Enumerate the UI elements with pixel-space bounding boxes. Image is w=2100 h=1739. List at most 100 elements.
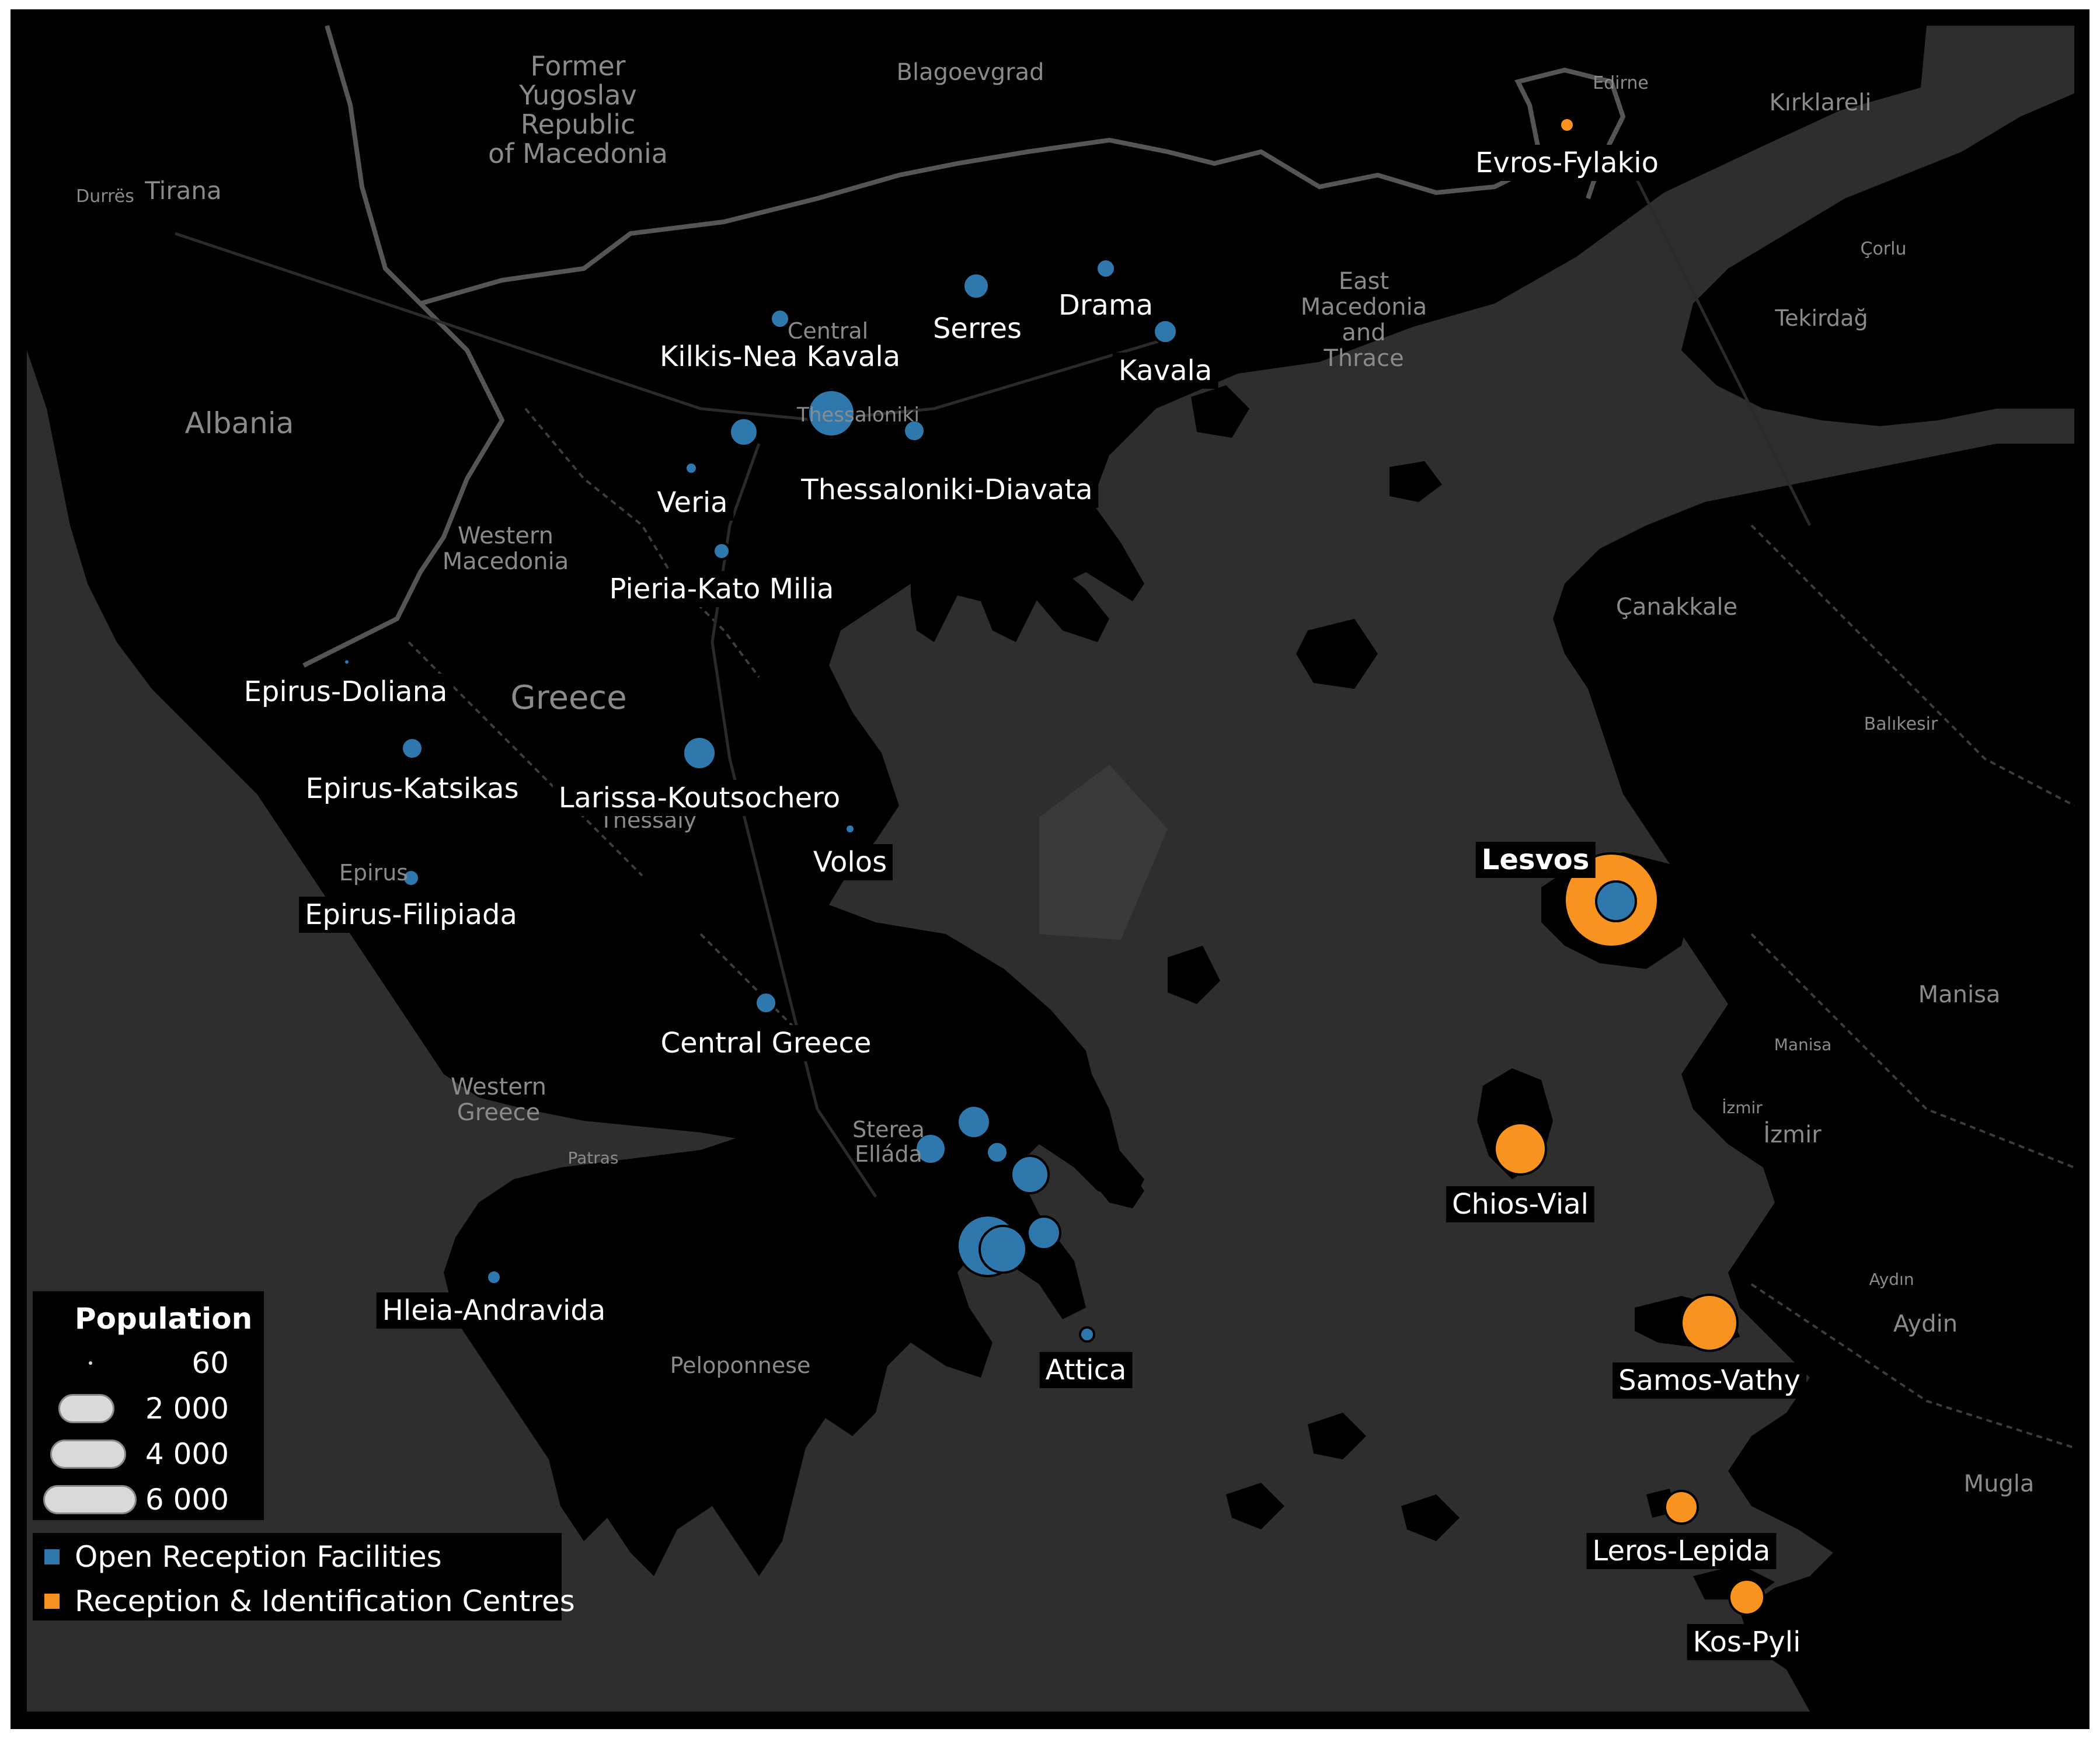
- bubble-pieria-kato-milia[interactable]: [712, 542, 731, 560]
- place-label: Çorlu: [1860, 239, 1907, 259]
- legend-size-value: 4 000: [145, 1437, 229, 1471]
- place-label: Albania: [184, 406, 294, 440]
- site-label-veria[interactable]: Veria: [651, 485, 734, 521]
- site-label-epirus-katsikas[interactable]: Epirus-Katsikas: [299, 771, 525, 807]
- place-label: Greece: [457, 1099, 541, 1126]
- place-label: Thrace: [1324, 345, 1404, 372]
- place-label: Kırklareli: [1769, 89, 1872, 116]
- place-label: İzmir: [1722, 1098, 1763, 1117]
- legend-color-swatch: [44, 1549, 60, 1564]
- place-label: Manisa: [1774, 1035, 1832, 1054]
- legend-size-row: 6 000: [33, 1479, 264, 1520]
- bubble-attica-3[interactable]: [985, 1141, 1009, 1164]
- bubble-attica-5[interactable]: [1026, 1215, 1061, 1250]
- bubble-central-greece[interactable]: [754, 991, 778, 1015]
- place-label: Çanakkale: [1615, 594, 1738, 621]
- facility-type-legend: Open Reception Facilities Reception & Id…: [33, 1533, 575, 1620]
- site-label-kilkis-nea-kavala[interactable]: Kilkis-Nea Kavala: [653, 339, 907, 375]
- place-label: Tekirdağ: [1775, 305, 1868, 331]
- site-label-larissa-koutsochero[interactable]: Larissa-Koutsochero: [552, 780, 847, 816]
- place-label: Epirus: [339, 860, 409, 886]
- place-label: Former: [530, 50, 626, 82]
- legend-size-swatch: [89, 1361, 92, 1365]
- place-label: Yugoslav: [519, 79, 637, 111]
- place-label: of Macedonia: [488, 138, 668, 169]
- place-label: Macedonia: [442, 548, 569, 575]
- bubble-attica-8[interactable]: [1079, 1326, 1095, 1343]
- place-label: Mugla: [1963, 1470, 2035, 1497]
- place-label: Elláda: [855, 1141, 922, 1167]
- site-label-thessaloniki-diavata[interactable]: Thessaloniki-Diavata: [795, 472, 1099, 508]
- site-label-kos-pyli[interactable]: Kos-Pyli: [1687, 1624, 1807, 1660]
- bubble-hleia-andravida[interactable]: [486, 1269, 502, 1285]
- bubble-kilkis-nea-kavala[interactable]: [769, 308, 790, 329]
- legend-size-value: 60: [191, 1346, 229, 1380]
- site-label-attica[interactable]: Attica: [1039, 1352, 1133, 1388]
- bubble-attica-7[interactable]: [978, 1225, 1028, 1274]
- bubble-kavala[interactable]: [1152, 319, 1178, 344]
- legend-size-swatch: [58, 1394, 114, 1423]
- site-label-hleia-andravida[interactable]: Hleia-Andravida: [376, 1292, 612, 1329]
- bubble-leros-lepida[interactable]: [1664, 1490, 1699, 1525]
- place-label: Thessaloniki: [797, 403, 920, 427]
- place-label: Macedonia: [1300, 294, 1427, 320]
- legend-size-row: 60: [33, 1343, 264, 1383]
- bubble-lesvos-open[interactable]: [1595, 880, 1637, 922]
- place-label: Blagoevgrad: [896, 59, 1044, 86]
- population-size-legend: Population 60 2 000 4 000 6 000: [33, 1291, 264, 1520]
- map-frame: Former Yugoslav Republic of Macedonia Bl…: [0, 0, 2100, 1739]
- site-label-epirus-doliana[interactable]: Epirus-Doliana: [238, 674, 454, 710]
- site-label-serres[interactable]: Serres: [927, 311, 1028, 347]
- bubble-thessaloniki-2[interactable]: [729, 417, 759, 447]
- place-label: Sterea: [852, 1117, 925, 1142]
- place-label: İzmir: [1763, 1121, 1822, 1148]
- map-canvas[interactable]: [0, 0, 2100, 1739]
- site-label-central-greece[interactable]: Central Greece: [654, 1025, 877, 1061]
- bubble-epirus-doliana[interactable]: [343, 658, 351, 666]
- legend-size-value: 6 000: [145, 1483, 229, 1517]
- place-label: Tirana: [145, 176, 222, 205]
- bubble-larissa-koutsochero[interactable]: [682, 736, 717, 771]
- bubble-epirus-katsikas[interactable]: [401, 737, 424, 760]
- site-label-leros-lepida[interactable]: Leros-Lepida: [1586, 1533, 1777, 1569]
- bubble-evros-fylakio[interactable]: [1559, 117, 1575, 133]
- legend-title: Population: [75, 1302, 253, 1336]
- legend-size-swatch: [43, 1485, 137, 1514]
- legend-color-label: Reception & Identification Centres: [75, 1584, 575, 1618]
- place-label: Manisa: [1918, 981, 2001, 1008]
- legend-size-row: 2 000: [33, 1388, 264, 1429]
- bubble-veria[interactable]: [684, 461, 698, 475]
- place-label: Republic: [520, 109, 636, 140]
- bubble-samos-vathy[interactable]: [1680, 1294, 1739, 1352]
- place-label: Balıkesir: [1864, 714, 1938, 734]
- place-label: Aydin: [1893, 1311, 1958, 1337]
- site-label-volos[interactable]: Volos: [807, 844, 893, 880]
- bubble-attica-1[interactable]: [956, 1104, 991, 1139]
- legend-color-label: Open Reception Facilities: [75, 1540, 442, 1574]
- place-label: Greece: [510, 679, 627, 717]
- site-label-samos-vathy[interactable]: Samos-Vathy: [1613, 1362, 1806, 1399]
- place-label: Patras: [567, 1148, 619, 1168]
- site-label-pieria-kato-milia[interactable]: Pieria-Kato Milia: [603, 571, 840, 607]
- place-label: Durrës: [76, 186, 134, 207]
- site-label-chios-vial[interactable]: Chios-Vial: [1446, 1186, 1595, 1222]
- legend-size-row: 4 000: [33, 1434, 264, 1475]
- place-label: Western: [457, 522, 554, 549]
- legend-size-swatch: [50, 1440, 126, 1469]
- site-label-kavala[interactable]: Kavala: [1112, 353, 1218, 389]
- site-label-drama[interactable]: Drama: [1052, 287, 1159, 323]
- site-label-lesvos[interactable]: Lesvos: [1475, 842, 1596, 878]
- legend-size-value: 2 000: [145, 1392, 229, 1426]
- site-label-evros-fylakio[interactable]: Evros-Fylakio: [1469, 145, 1664, 181]
- place-label: East: [1338, 268, 1389, 295]
- bubble-kos-pyli[interactable]: [1728, 1578, 1765, 1616]
- legend-color-swatch: [44, 1594, 60, 1609]
- place-label: Peloponnese: [670, 1353, 811, 1378]
- bubble-chios-vial[interactable]: [1493, 1122, 1547, 1176]
- bubble-serres[interactable]: [962, 272, 990, 300]
- bubble-attica-4[interactable]: [1010, 1155, 1050, 1194]
- bubble-volos[interactable]: [844, 823, 856, 835]
- site-label-epirus-filipiada[interactable]: Epirus-Filipiada: [299, 897, 523, 933]
- bubble-drama[interactable]: [1095, 258, 1116, 279]
- place-label: and: [1342, 319, 1386, 346]
